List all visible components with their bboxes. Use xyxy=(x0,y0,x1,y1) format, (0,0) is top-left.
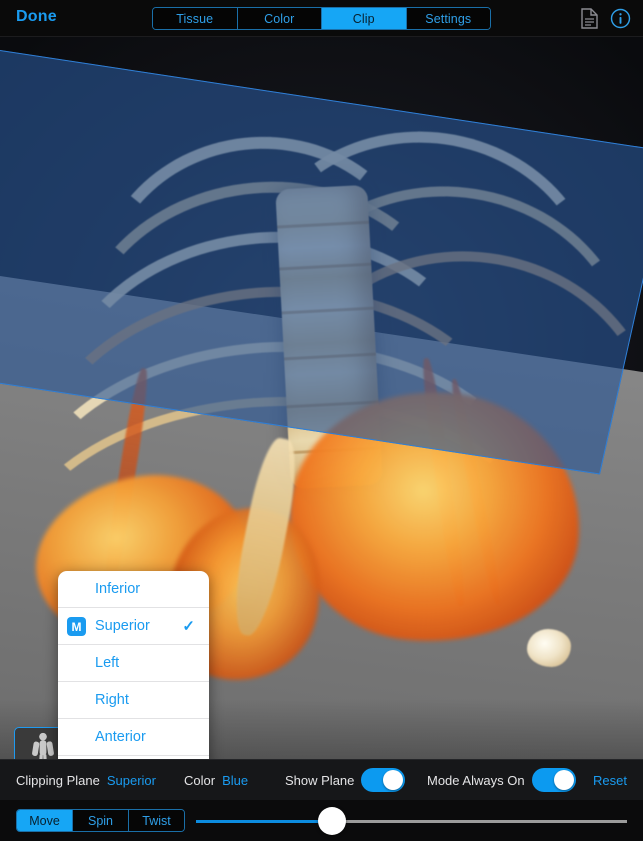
clipping-plane-selector[interactable]: Clipping Plane Superior xyxy=(16,773,156,788)
mode-spin[interactable]: Spin xyxy=(73,810,129,831)
popover-item-right[interactable]: Right xyxy=(58,682,209,719)
memory-badge: M xyxy=(67,617,86,636)
popover-item-left[interactable]: Left xyxy=(58,645,209,682)
tab-settings[interactable]: Settings xyxy=(406,8,490,29)
mode-always-on-control[interactable]: Mode Always On xyxy=(427,768,576,792)
mode-twist[interactable]: Twist xyxy=(129,810,184,831)
tab-clip[interactable]: Clip xyxy=(322,8,407,29)
clip-control-bar: Clipping Plane Superior Color Blue Show … xyxy=(0,759,643,800)
popover-item-label: Superior xyxy=(95,618,150,634)
color-value[interactable]: Blue xyxy=(222,773,248,788)
top-bar: Done Tissue Color Clip Settings xyxy=(0,0,643,37)
slider-filled-track xyxy=(196,820,336,823)
top-bar-icons xyxy=(581,8,631,29)
plane-color-selector[interactable]: Color Blue xyxy=(184,773,248,788)
toggle-knob xyxy=(553,770,574,790)
clipping-plane-popover: Inferior M Superior ✓ Left Right Anterio… xyxy=(58,571,209,759)
mode-always-on-label: Mode Always On xyxy=(427,772,525,788)
interaction-mode-segmented-control[interactable]: Move Spin Twist xyxy=(16,809,185,832)
mode-move[interactable]: Move xyxy=(17,810,73,831)
show-plane-label: Show Plane xyxy=(285,772,355,788)
slider-remaining-track xyxy=(336,820,627,823)
done-button[interactable]: Done xyxy=(16,8,57,26)
popover-item-inferior[interactable]: Inferior xyxy=(58,571,209,608)
popover-item-posterior[interactable]: Posterior xyxy=(58,756,209,759)
show-plane-control[interactable]: Show Plane xyxy=(285,768,406,792)
popover-item-label: Right xyxy=(95,692,129,708)
slider-thumb[interactable] xyxy=(318,807,346,835)
toggle-knob xyxy=(383,770,404,790)
document-icon[interactable] xyxy=(581,8,598,29)
popover-item-superior[interactable]: M Superior ✓ xyxy=(58,608,209,645)
popover-item-anterior[interactable]: Anterior xyxy=(58,719,209,756)
mode-always-on-toggle[interactable] xyxy=(531,768,576,792)
plane-position-slider[interactable] xyxy=(196,807,627,835)
bone-fragment xyxy=(527,629,571,667)
volume-render-viewport[interactable]: Inferior M Superior ✓ Left Right Anterio… xyxy=(0,37,643,759)
clipping-plane-label: Clipping Plane xyxy=(16,772,100,788)
color-label: Color xyxy=(184,772,216,788)
popover-item-label: Left xyxy=(95,655,120,671)
mode-segmented-control[interactable]: Tissue Color Clip Settings xyxy=(152,7,491,30)
show-plane-toggle[interactable] xyxy=(361,768,406,792)
clip-editor-screen: Done Tissue Color Clip Settings Inferior… xyxy=(0,0,643,841)
popover-item-label: Anterior xyxy=(95,729,146,745)
tab-tissue[interactable]: Tissue xyxy=(153,8,238,29)
checkmark-icon: ✓ xyxy=(182,618,195,635)
clipping-plane-value[interactable]: Superior xyxy=(107,773,156,788)
reset-button[interactable]: Reset xyxy=(593,773,627,788)
info-icon[interactable] xyxy=(610,8,631,29)
tab-color[interactable]: Color xyxy=(237,8,322,29)
popover-item-label: Inferior xyxy=(95,581,141,597)
